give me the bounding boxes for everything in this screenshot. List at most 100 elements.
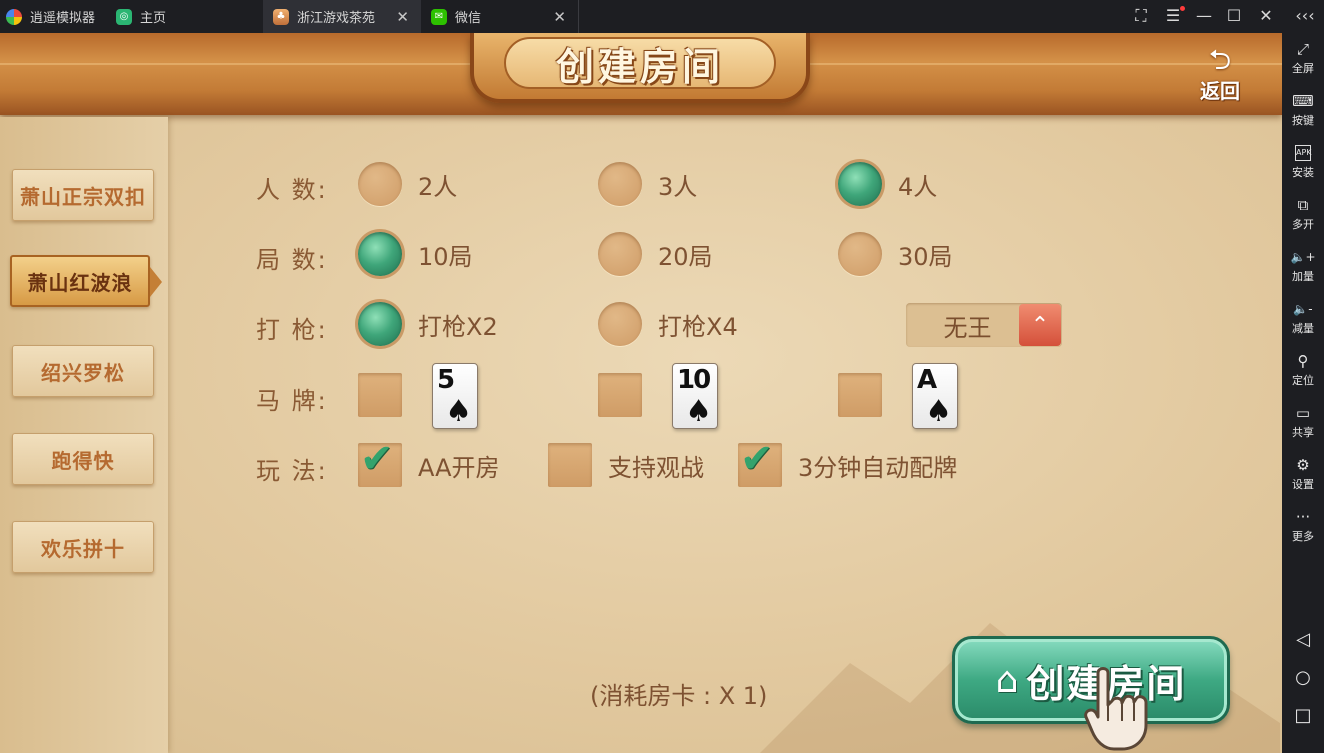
sidebar-item-location[interactable]: ⚲ 定位 — [1282, 351, 1324, 388]
horse-card-checkbox-10[interactable] — [598, 373, 642, 417]
players-option-2[interactable]: 2人 — [358, 162, 457, 206]
rule-aa-room[interactable]: ✔ AA开房 — [358, 437, 500, 487]
title-plaque: 创建房间 — [470, 33, 810, 103]
room-card-cost: (消耗房卡 : X 1) — [590, 682, 768, 710]
radio-button-selected[interactable] — [838, 162, 882, 206]
playing-card-5-spade: 5 ♠ — [432, 363, 478, 429]
sidebar-item-fullscreen[interactable]: ⤢ 全屏 — [1282, 39, 1324, 76]
chevron-up-icon[interactable]: ⌃ — [1019, 304, 1061, 346]
fullscreen-icon[interactable]: ⛶ — [1130, 6, 1152, 26]
back-label: 返回 — [1200, 79, 1240, 103]
card-rank: 5 — [437, 365, 455, 395]
option-label: 2人 — [418, 172, 458, 201]
mode-paodekuai[interactable]: 跑得快 — [12, 433, 154, 485]
android-back-button[interactable]: ◁ — [1282, 629, 1324, 650]
rounds-option-10[interactable]: 10局 — [358, 232, 473, 276]
close-tab-icon[interactable]: ✕ — [396, 8, 409, 26]
close-window-button[interactable]: ✕ — [1255, 6, 1277, 25]
minimize-button[interactable]: — — [1193, 6, 1215, 25]
option-label: 3分钟自动配牌 — [798, 453, 958, 482]
sidebar-item-share[interactable]: ▭ 共享 — [1282, 403, 1324, 440]
playing-card-a-spade: A ♠ — [912, 363, 958, 429]
back-button[interactable]: ⮌ 返回 — [1188, 45, 1252, 109]
page-title: 创建房间 — [555, 43, 724, 89]
tab-game[interactable]: ♣ 浙江游戏茶苑 ✕ — [263, 0, 421, 33]
rounds-option-20[interactable]: 20局 — [598, 232, 713, 276]
mode-xiaoshan-shuangkou[interactable]: 萧山正宗双扣 — [12, 169, 154, 221]
android-home-button[interactable]: ○ — [1282, 667, 1324, 688]
emulator-titlebar: 逍遥模拟器 ◎ 主页 ♣ 浙江游戏茶苑 ✕ ✉ 微信 ✕ ⛶ ☰ — ☐ ✕ ‹… — [0, 0, 1324, 33]
tab-app[interactable]: 逍遥模拟器 — [6, 0, 116, 33]
hand-pointer-icon — [1084, 667, 1148, 751]
gear-icon: ⚙ — [1296, 456, 1310, 474]
collapse-sidebar-icon[interactable]: ‹‹‹ — [1290, 6, 1320, 25]
checkmark-icon: ✔ — [360, 436, 394, 482]
sidebar-item-keys[interactable]: ⌨ 按键 — [1282, 91, 1324, 128]
rule-spectate[interactable]: 支持观战 — [548, 443, 704, 487]
sidebar-item-multi[interactable]: ⧉ 多开 — [1282, 195, 1324, 232]
volume-up-icon: 🔈+ — [1290, 250, 1316, 264]
option-label: 支持观战 — [608, 453, 704, 482]
mode-shaoxing-luosong[interactable]: 绍兴罗松 — [12, 345, 154, 397]
game-screen: 创建房间 ⮌ 返回 萧山正宗双扣 萧山红波浪 绍兴罗松 跑得快 欢乐拼十 人 数… — [0, 33, 1282, 753]
maximize-button[interactable]: ☐ — [1223, 6, 1245, 25]
radio-button-selected[interactable] — [358, 232, 402, 276]
radio-button[interactable] — [598, 162, 642, 206]
radio-button[interactable] — [838, 232, 882, 276]
sidebar-item-label: 按键 — [1292, 114, 1314, 127]
title-inner: 创建房间 — [504, 37, 776, 89]
apk-icon: APK — [1295, 145, 1312, 161]
mode-xiaoshan-hongbolang[interactable]: 萧山红波浪 — [10, 255, 162, 307]
sidebar-item-label: 更多 — [1292, 530, 1314, 543]
radio-button[interactable] — [598, 302, 642, 346]
rule-auto-arrange[interactable]: ✔ 3分钟自动配牌 — [738, 437, 958, 487]
checkmark-icon: ✔ — [740, 436, 774, 482]
android-recents-button[interactable]: □ — [1282, 705, 1324, 726]
sidebar-item-volume-up[interactable]: 🔈+ 加量 — [1282, 247, 1324, 284]
radio-button[interactable] — [358, 162, 402, 206]
close-tab-icon[interactable]: ✕ — [553, 8, 566, 26]
expand-icon: ⤢ — [1296, 40, 1309, 58]
card-rank: 10 — [677, 365, 711, 395]
gun-label: 打 枪: — [256, 316, 328, 344]
location-icon: ⚲ — [1297, 352, 1309, 370]
keyboard-icon: ⌨ — [1292, 92, 1314, 110]
rules-label: 玩 法: — [256, 457, 328, 485]
checkbox[interactable] — [838, 373, 882, 417]
horse-card-checkbox-5[interactable] — [358, 373, 402, 417]
emulator-sidebar: ⤢ 全屏 ⌨ 按键 APK 安装 ⧉ 多开 🔈+ 加量 🔈- 减量 ⚲ 定位 ▭… — [1282, 33, 1324, 753]
gun-option-x2[interactable]: 打枪X2 — [358, 302, 498, 346]
sidebar-item-label: 安装 — [1292, 166, 1314, 179]
checkbox[interactable] — [358, 373, 402, 417]
sidebar-item-install[interactable]: APK 安装 — [1282, 143, 1324, 180]
option-label: 3人 — [658, 172, 698, 201]
joker-select[interactable]: 无王 ⌃ — [906, 303, 1062, 347]
players-option-4[interactable]: 4人 — [838, 162, 937, 206]
tab-home[interactable]: ◎ 主页 — [116, 0, 256, 33]
mode-huanle-pinshi[interactable]: 欢乐拼十 — [12, 521, 154, 573]
sidebar-item-more[interactable]: ··· 更多 — [1282, 507, 1324, 544]
gun-option-x4[interactable]: 打枪X4 — [598, 302, 738, 346]
house-icon: ⌂ — [995, 659, 1019, 701]
mode-panel: 萧山正宗双扣 萧山红波浪 绍兴罗松 跑得快 欢乐拼十 — [0, 117, 168, 753]
checkbox-checked[interactable]: ✔ — [358, 437, 402, 487]
rounds-option-30[interactable]: 30局 — [838, 232, 953, 276]
checkbox-checked[interactable]: ✔ — [738, 437, 782, 487]
tab-game-label: 浙江游戏茶苑 — [297, 11, 376, 26]
spade-icon: ♠ — [685, 394, 712, 429]
wechat-icon: ✉ — [431, 8, 447, 25]
rounds-label: 局 数: — [256, 246, 328, 274]
radio-button-selected[interactable] — [358, 302, 402, 346]
volume-down-icon: 🔈- — [1293, 302, 1313, 316]
checkbox[interactable] — [548, 443, 592, 487]
tab-wechat[interactable]: ✉ 微信 ✕ — [421, 0, 579, 33]
spade-icon: ♠ — [445, 394, 472, 429]
card-rank: A — [917, 365, 937, 395]
back-arrow-icon: ⮌ — [1208, 43, 1232, 76]
radio-button[interactable] — [598, 232, 642, 276]
checkbox[interactable] — [598, 373, 642, 417]
players-option-3[interactable]: 3人 — [598, 162, 697, 206]
sidebar-item-settings[interactable]: ⚙ 设置 — [1282, 455, 1324, 492]
sidebar-item-volume-down[interactable]: 🔈- 减量 — [1282, 299, 1324, 336]
horse-card-checkbox-a[interactable] — [838, 373, 882, 417]
